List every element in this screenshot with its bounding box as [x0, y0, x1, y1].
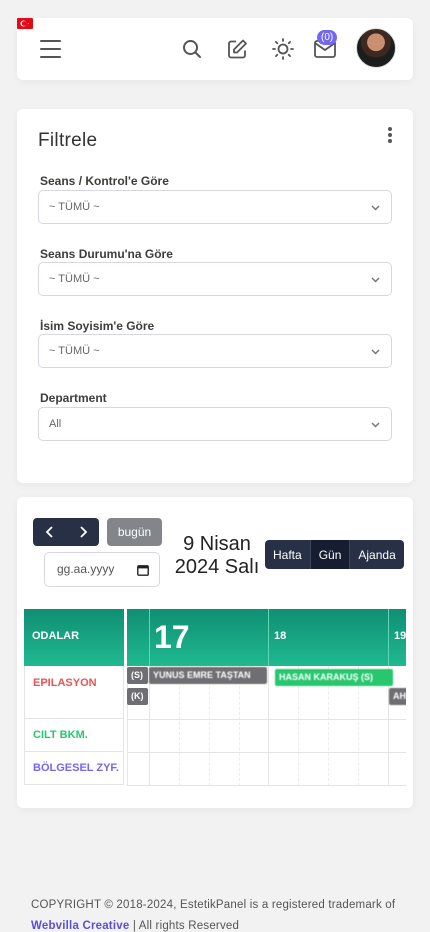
filter-card: Filtrele Seans / Kontrol'e Göre ~ TÜMÜ ~…	[17, 109, 413, 483]
chevron-down-icon	[371, 277, 380, 283]
rooms-header: ODALAR	[24, 609, 124, 666]
calendar-title: 9 Nisan 2024 Salı	[167, 533, 267, 579]
event-chip[interactable]: YUNUS EMRE TAŞTAN	[149, 667, 267, 684]
event-chip[interactable]: AH	[389, 688, 406, 705]
chevron-down-icon	[371, 422, 380, 428]
footer: COPYRIGHT © 2018-2024, EstetikPanel is a…	[31, 895, 411, 932]
time-slots: (S) YUNUS EMRE TAŞTAN HASAN KARAKUŞ (S) …	[127, 666, 406, 786]
calendar-nav	[33, 518, 99, 546]
turkey-flag-icon[interactable]	[17, 18, 33, 29]
day-header-17: 17	[149, 609, 268, 666]
today-button[interactable]: bugün	[107, 518, 162, 546]
avatar[interactable]	[356, 28, 396, 68]
room-epilasyon: EPILASYON	[24, 666, 124, 719]
footer-link-webvilla[interactable]: Webvilla Creative	[31, 920, 129, 932]
event-chip[interactable]: (K)	[127, 688, 148, 705]
chevron-right-icon	[79, 526, 87, 538]
edit-icon[interactable]	[227, 39, 248, 60]
calendar-title-year-day: 2024 Salı	[174, 556, 260, 578]
filter-title: Filtrele	[38, 130, 98, 151]
date-placeholder: gg.aa.yyyy	[57, 562, 115, 576]
filter-label-seans-durumu: Seans Durumu'na Göre	[40, 247, 173, 261]
next-button[interactable]	[66, 518, 99, 546]
filter-label-department: Department	[40, 391, 107, 405]
filter-label-seans-kontrol: Seans / Kontrol'e Göre	[40, 174, 169, 188]
chevron-down-icon	[371, 349, 380, 355]
more-options-icon[interactable]	[388, 127, 392, 143]
select-seans-kontrol[interactable]: ~ TÜMÜ ~	[38, 190, 392, 224]
select-value: ~ TÜMÜ ~	[49, 273, 100, 285]
sun-icon[interactable]	[272, 38, 294, 60]
day-header-19: 19	[388, 609, 406, 666]
select-value: ~ TÜMÜ ~	[49, 345, 100, 357]
days-header: 17 18 19	[127, 609, 406, 666]
select-department[interactable]: All	[38, 407, 392, 441]
event-chip[interactable]: HASAN KARAKUŞ (S)	[275, 669, 393, 686]
room-bolgesel-zyf: BÖLGESEL ZYF.	[24, 752, 124, 785]
rooms-column: ODALAR EPILASYON CILT BKM. BÖLGESEL ZYF.	[24, 609, 124, 785]
calendar-icon[interactable]	[137, 564, 149, 576]
prev-button[interactable]	[33, 518, 66, 546]
select-seans-durumu[interactable]: ~ TÜMÜ ~	[38, 262, 392, 296]
day-header-18: 18	[268, 609, 388, 666]
calendar-title-date: 9 Nisan	[183, 533, 251, 555]
date-input[interactable]: gg.aa.yyyy	[44, 552, 160, 587]
room-cilt-bkm: CILT BKM.	[24, 719, 124, 752]
view-agenda-button[interactable]: Ajanda	[349, 540, 404, 569]
hamburger-icon[interactable]	[39, 40, 61, 58]
select-isim-soyisim[interactable]: ~ TÜMÜ ~	[38, 334, 392, 368]
footer-rights: | All rights Reserved	[129, 920, 240, 932]
view-week-button[interactable]: Hafta	[265, 540, 310, 569]
event-chip[interactable]: (S)	[127, 667, 148, 684]
view-switcher: Hafta Gün Ajanda	[265, 540, 404, 569]
chevron-down-icon	[371, 205, 380, 211]
select-value: ~ TÜMÜ ~	[49, 201, 100, 213]
mail-count-badge: (0)	[317, 30, 338, 45]
calendar-card: bugün gg.aa.yyyy 9 Nisan 2024 Salı Hafta…	[17, 497, 413, 808]
footer-copyright: COPYRIGHT © 2018-2024, EstetikPanel is a…	[31, 899, 396, 911]
filter-label-isim-soyisim: İsim Soyisim'e Göre	[40, 319, 155, 333]
chevron-left-icon	[45, 526, 53, 538]
top-navbar: (0)	[17, 18, 413, 80]
select-value: All	[49, 418, 62, 430]
search-icon[interactable]	[182, 39, 202, 59]
view-day-button[interactable]: Gün	[309, 540, 350, 569]
timeline-grid: ODALAR EPILASYON CILT BKM. BÖLGESEL ZYF.…	[24, 609, 406, 787]
